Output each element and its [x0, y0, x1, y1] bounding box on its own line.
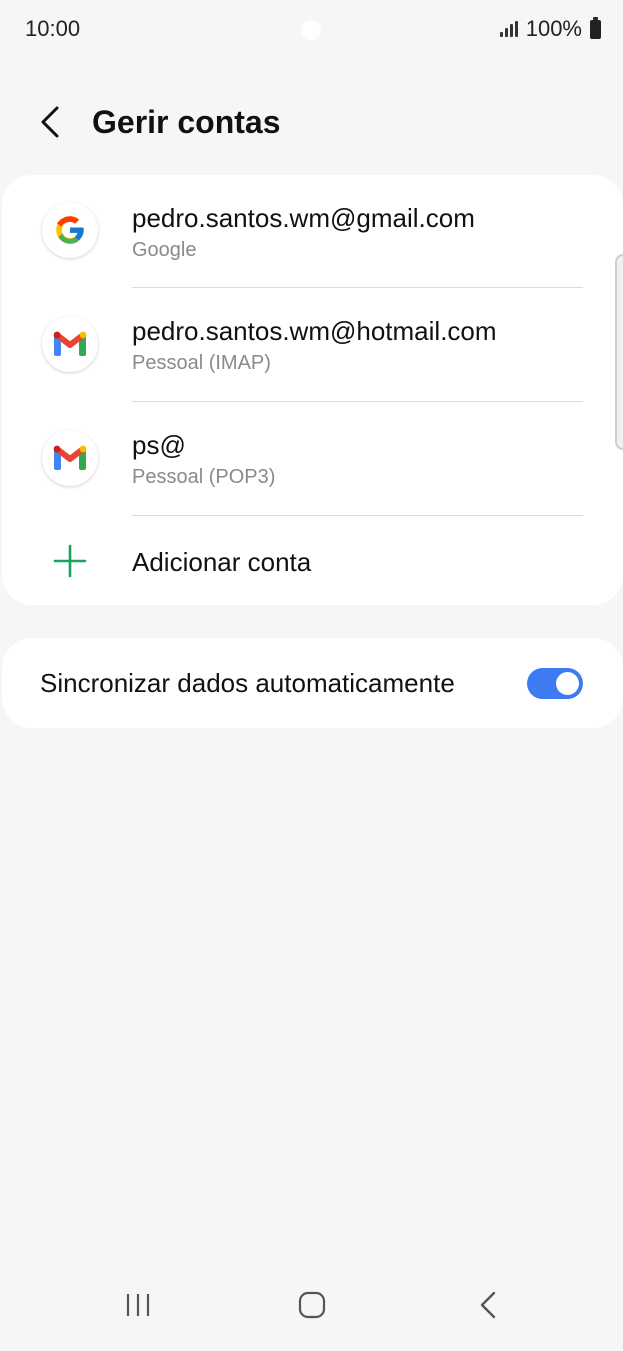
- nav-back-button[interactable]: [464, 1287, 512, 1323]
- add-account-label: Adicionar conta: [132, 547, 312, 577]
- gmail-icon: [42, 430, 98, 486]
- auto-sync-row[interactable]: Sincronizar dados automaticamente: [2, 638, 623, 728]
- signal-icon: [499, 21, 518, 37]
- add-account-button[interactable]: Adicionar conta: [2, 535, 623, 605]
- home-button[interactable]: [288, 1287, 336, 1323]
- accounts-card: pedro.santos.wm@gmail.com Google pedro.s…: [2, 175, 623, 605]
- recents-button[interactable]: [114, 1287, 162, 1323]
- account-type: Pessoal (IMAP): [132, 352, 271, 374]
- screen: 10:00 100% Gerir contas pedro.santos.wm@…: [0, 0, 623, 1351]
- battery-percent: 100%: [525, 16, 582, 41]
- account-email: ps@: [132, 430, 186, 460]
- camera-cutout: [301, 20, 321, 40]
- back-button[interactable]: [30, 102, 70, 142]
- status-indicators: 100%: [499, 16, 601, 42]
- battery-icon: [590, 16, 601, 39]
- home-icon: [298, 1291, 326, 1319]
- status-time: 10:00: [25, 16, 81, 41]
- account-email: pedro.santos.wm@hotmail.com: [132, 316, 497, 346]
- account-type: Google: [132, 239, 197, 261]
- account-row-google[interactable]: pedro.santos.wm@gmail.com Google: [2, 175, 623, 288]
- account-row-pop3[interactable]: ps@ Pessoal (POP3): [2, 402, 623, 516]
- back-icon: [480, 1291, 496, 1319]
- gmail-icon: [42, 316, 98, 372]
- app-header: Gerir contas: [0, 90, 623, 156]
- page-title: Gerir contas: [92, 104, 281, 140]
- google-icon: [42, 202, 98, 258]
- chevron-left-icon: [41, 106, 59, 138]
- status-bar: 10:00 100%: [0, 0, 623, 56]
- auto-sync-toggle[interactable]: [527, 668, 583, 699]
- account-email: pedro.santos.wm@gmail.com: [132, 203, 475, 233]
- account-row-hotmail[interactable]: pedro.santos.wm@hotmail.com Pessoal (IMA…: [2, 288, 623, 402]
- auto-sync-label: Sincronizar dados automaticamente: [40, 668, 455, 698]
- account-type: Pessoal (POP3): [132, 466, 276, 488]
- scroll-indicator[interactable]: [615, 254, 623, 450]
- toggle-knob: [556, 672, 579, 695]
- navigation-bar: [0, 1271, 623, 1351]
- plus-icon: [53, 544, 87, 578]
- divider: [132, 515, 583, 516]
- recents-icon: [126, 1294, 150, 1316]
